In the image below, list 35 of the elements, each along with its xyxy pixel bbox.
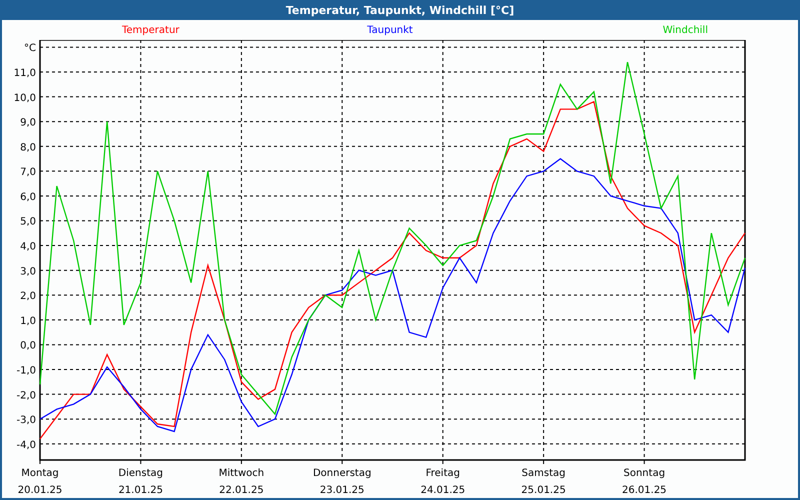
y-tick-label: 3,0: [20, 266, 36, 278]
y-tick-label: 5,0: [20, 216, 36, 228]
y-tick-label: 6,0: [20, 192, 36, 203]
y-tick-label: 11,0: [14, 68, 36, 79]
y-tick-label: -2,0: [16, 390, 36, 402]
y-tick-label: -4,0: [16, 440, 36, 451]
x-tick-label: 24.01.25: [420, 485, 466, 496]
window-title: Temperatur, Taupunkt, Windchill [°C]: [284, 2, 516, 18]
weekday-label: Donnerstag: [312, 468, 372, 479]
weekday-label: Dienstag: [118, 468, 163, 479]
x-tick-label: 25.01.25: [521, 485, 566, 496]
weekday-label: Samstag: [522, 468, 566, 479]
x-tick-label: 26.01.25: [622, 485, 667, 496]
legend-label: Taupunkt: [367, 24, 413, 36]
legend-label: Temperatur: [122, 24, 180, 36]
x-tick-label: 21.01.25: [118, 485, 163, 496]
y-tick-label: -3,0: [16, 415, 36, 426]
y-tick-label: 10,0: [14, 92, 36, 104]
x-tick-label: 20.01.25: [18, 485, 62, 496]
y-tick-label: 0,0: [20, 340, 36, 352]
y-tick-label: 2,0: [20, 291, 36, 302]
y-tick-label: 9,0: [20, 118, 36, 129]
weekday-label: Freitag: [426, 468, 460, 479]
weekday-label: Sonntag: [624, 468, 666, 479]
y-tick-label: -1,0: [16, 366, 36, 376]
y-tick-label: 1,0: [20, 316, 36, 327]
y-tick-label: 8,0: [20, 142, 36, 154]
weekday-label: Montag: [21, 468, 59, 479]
weekday-label: Mittwoch: [218, 468, 264, 479]
y-tick-label: 7,0: [20, 167, 36, 178]
x-tick-label: 23.01.25: [320, 485, 364, 496]
legend-label: Windchill: [662, 24, 708, 36]
x-tick-label: 22.01.25: [219, 485, 264, 496]
y-tick-label: °C: [24, 43, 36, 54]
y-tick-label: 4,0: [20, 242, 36, 253]
